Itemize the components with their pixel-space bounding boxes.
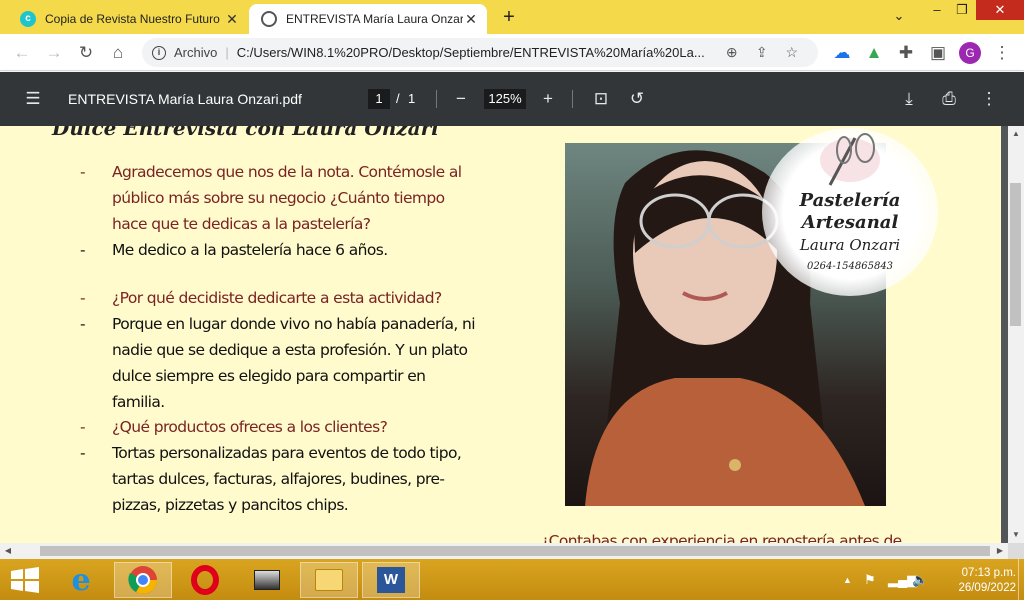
qa-answer: - Me dedico a la pastelería hace 6 años. [80,241,388,259]
divider: | [225,45,229,60]
whisk-icon [820,133,880,186]
logo-line-2: Artesanal [801,212,899,233]
scroll-up-arrow-icon[interactable]: ▲ [1008,126,1024,142]
folder-icon [315,569,343,591]
hamburger-menu-icon[interactable]: ☰ [22,88,44,110]
download-icon[interactable]: ⤓ [898,88,920,110]
logo-phone: 0264-154865843 [806,261,894,272]
window-app-icon [254,570,280,590]
taskbar-internet-explorer[interactable]: e [52,562,110,598]
windows-logo-icon [11,567,39,593]
qa-answer: - Porque en lugar donde vivo no había pa… [80,315,476,411]
show-desktop-button[interactable] [1018,559,1024,600]
menu-kebab-icon[interactable]: ⋮ [990,41,1014,65]
back-icon[interactable]: ← [10,41,34,65]
clock-time: 07:13 p.m. [961,567,1016,579]
scroll-down-arrow-icon[interactable]: ▼ [1008,527,1024,543]
taskbar-chrome[interactable] [114,562,172,598]
page-separator: / [396,91,400,106]
tab-title: Copia de Revista Nuestro Futuro [45,12,220,26]
word-icon: W [377,567,405,593]
start-button[interactable] [0,562,50,598]
forward-icon[interactable]: → [42,41,66,65]
profile-avatar[interactable]: G [959,42,981,64]
zoom-out-icon[interactable]: − [450,88,472,110]
tab-canva[interactable]: c Copia de Revista Nuestro Futuro ✕ [8,4,248,34]
pasteleria-logo: Pastelería Artesanal Laura Onzari 0264-1… [762,128,938,296]
qa-question: - ¿Qué productos ofreces a los clientes? [80,418,388,436]
address-bar[interactable]: i Archivo | C:/Users/WIN8.1%20PRO/Deskto… [142,38,818,67]
share-icon[interactable]: ⇪ [747,44,777,61]
qa-question: - ¿Por qué decidiste dedicarte a esta ac… [80,289,442,307]
scroll-right-arrow-icon[interactable]: ▶ [992,543,1008,559]
drive-icon[interactable]: ▲ [862,41,886,65]
scheme-label: Archivo [174,45,218,60]
pdf-page: Dulce Entrevista con Laura Onzari - Agra… [0,126,1001,543]
zoom-icon[interactable]: ⊕ [717,44,747,61]
interview-heading: Dulce Entrevista con Laura Onzari [52,126,439,140]
more-options-icon[interactable]: ⋮ [978,88,1000,110]
scroll-left-arrow-icon[interactable]: ◀ [0,543,16,559]
tray-expand-icon[interactable]: ▲ [843,575,852,585]
divider [572,90,573,108]
tab-search-icon[interactable]: ⌄ [882,6,916,26]
print-icon[interactable]: ⎙ [938,88,960,110]
total-pages: 1 [408,91,416,106]
info-icon[interactable]: i [152,45,166,60]
page-number-input[interactable]: 1 [368,89,390,109]
scrollbar-corner [1008,543,1024,559]
close-tab-icon[interactable]: ✕ [463,11,479,28]
logo-line-1: Pastelería [799,190,901,211]
tab-title: ENTREVISTA María Laura Onzari.p [286,12,463,26]
globe-icon [261,11,277,27]
action-center-flag-icon[interactable]: ⚑ [864,572,876,588]
chrome-icon [128,566,157,594]
taskbar-app[interactable] [238,562,296,598]
pdf-file-name: ENTREVISTA María Laura Onzari.pdf [68,91,302,107]
pdf-viewer[interactable]: Dulce Entrevista con Laura Onzari - Agra… [0,126,1008,543]
reload-icon[interactable]: ↻ [74,41,98,65]
qa-answer: - Tortas personalizadas para eventos de … [80,444,462,514]
clock-date: 26/09/2022 [958,582,1016,594]
divider [436,90,437,108]
taskbar-clock[interactable]: 07:13 p.m. 26/09/2022 [936,566,1016,596]
close-window-button[interactable]: ✕ [976,0,1024,20]
bookmark-star-icon[interactable]: ☆ [777,44,807,61]
vertical-scroll-thumb[interactable] [1010,183,1021,326]
internet-explorer-icon: e [71,562,91,598]
volume-icon[interactable]: 🔈 [912,572,928,588]
home-icon[interactable]: ⌂ [106,41,130,65]
qa-question-partial: ¿Contabas con experiencia en repostería … [541,532,902,543]
close-tab-icon[interactable]: ✕ [224,11,240,28]
taskbar-opera[interactable] [176,562,234,598]
url-text[interactable]: C:/Users/WIN8.1%20PRO/Desktop/Septiembre… [237,45,717,60]
extensions-puzzle-icon[interactable]: ✚ [894,41,918,65]
zoom-input[interactable]: 125% [484,89,526,109]
new-tab-button[interactable]: + [496,6,522,28]
qa-question: - Agradecemos que nos de la nota. Contém… [80,163,462,233]
fit-page-icon[interactable]: ⊡ [590,88,612,110]
zoom-in-icon[interactable]: + [537,88,559,110]
side-panel-icon[interactable]: ▣ [926,41,950,65]
logo-line-3: Laura Onzari [799,236,901,254]
taskbar-word[interactable]: W [362,562,420,598]
canva-icon: c [20,11,36,27]
rotate-icon[interactable]: ↺ [626,88,648,110]
pdf-toolbar: ☰ ENTREVISTA María Laura Onzari.pdf 1 / … [0,72,1024,126]
tab-pdf[interactable]: ENTREVISTA María Laura Onzari.p ✕ [249,4,487,34]
navigation-bar: ← → ↻ ⌂ i Archivo | C:/Users/WIN8.1%20PR… [0,34,1024,71]
taskbar-file-explorer[interactable] [300,562,358,598]
restore-button[interactable]: ❐ [945,0,979,20]
opera-icon [191,565,219,595]
extension-cloud-icon[interactable]: ☁ [830,41,854,65]
horizontal-scroll-thumb[interactable] [40,546,990,556]
